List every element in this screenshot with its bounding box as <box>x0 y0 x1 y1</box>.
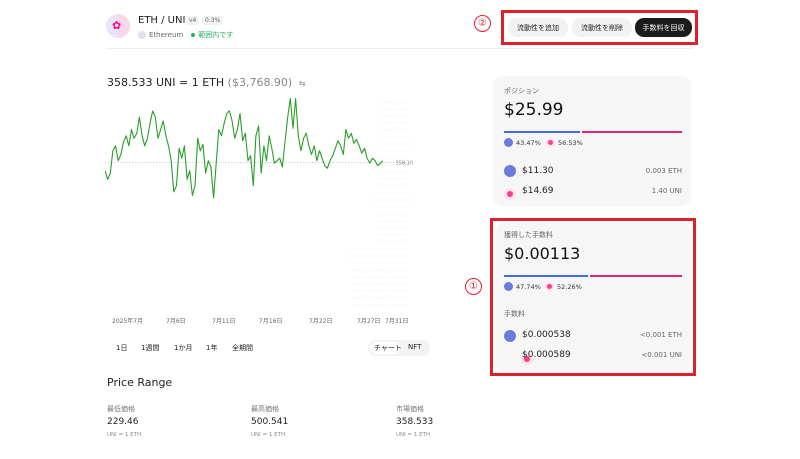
fee-eth-share: 47.74% <box>504 282 541 291</box>
fee-uni-share: 52.26% <box>545 282 582 291</box>
range-button-1d[interactable]: 1日 <box>116 343 127 353</box>
x-tick-label: 7月22日 <box>309 318 333 325</box>
status-dot-icon <box>191 33 196 37</box>
eth-amount: 0.003 ETH <box>645 167 682 175</box>
fee-tier-badge: 0.3% <box>202 16 224 25</box>
fee-eth-usd-value: $0.000538 <box>522 330 571 340</box>
header-divider <box>106 48 692 49</box>
fee-eth-amount: <0.001 ETH <box>639 331 682 339</box>
price-rate-text: 358.533 UNI = 1 ETH <box>107 76 225 89</box>
max-price-unit: UNI = 1 ETH <box>251 432 286 438</box>
uni-usd-value: $14.69 <box>522 186 554 196</box>
earned-fees-label: 獲得した手数料 <box>504 231 553 239</box>
collect-fees-button[interactable]: 手数料を回収 <box>635 18 692 37</box>
fee-eth-share-text: 47.74% <box>516 282 541 291</box>
fee-uni-share-bar <box>590 275 682 277</box>
x-tick-label: 2025年7月 <box>112 318 144 325</box>
version-badge: v4 <box>186 16 200 25</box>
market-price-label: 市場価格 <box>396 405 424 413</box>
max-price-value: 500.541 <box>251 417 289 427</box>
uni-icon <box>546 138 555 147</box>
pair-title: ETH / UNI <box>138 15 186 26</box>
x-tick-label: 7月27日 <box>357 318 381 325</box>
min-price-label: 最低価格 <box>107 405 135 413</box>
uni-amount: 1.40 UNI <box>651 187 682 195</box>
annotation-marker-2: ② <box>474 15 491 32</box>
network-row: Ethereum 範囲内です <box>138 30 233 40</box>
max-price-label: 最高価格 <box>251 405 279 413</box>
price-rate: 358.533 UNI = 1 ETH ($3,768.90) ⇆ <box>107 76 305 89</box>
annotation-marker-1: ① <box>465 278 482 295</box>
fees-section-label: 手数料 <box>504 310 525 318</box>
x-tick-label: 7月31日 <box>385 318 409 325</box>
fee-eth-share-bar <box>504 275 588 277</box>
min-price-value: 229.46 <box>107 417 139 427</box>
remove-liquidity-button[interactable]: 流動性を削除 <box>572 18 632 37</box>
liquidity-range-bars <box>350 101 410 306</box>
x-tick-label: 7月11日 <box>212 318 236 325</box>
eth-share: 43.47% <box>504 138 541 147</box>
eth-share-text: 43.47% <box>516 138 541 147</box>
market-price-unit: UNI = 1 ETH <box>396 432 431 438</box>
network-name: Ethereum <box>149 31 184 39</box>
fee-uni-amount: <0.001 UNI <box>641 351 682 359</box>
min-price-unit: UNI = 1 ETH <box>107 432 142 438</box>
range-button-1m[interactable]: 1か月 <box>174 343 192 353</box>
reference-price-label: 358.10 <box>396 161 414 167</box>
uni-icon <box>545 282 554 291</box>
ethereum-icon <box>138 31 146 39</box>
price-chart[interactable]: 358.10 <box>105 92 415 314</box>
eth-usd-value: $11.30 <box>522 166 554 176</box>
eth-icon <box>504 165 516 177</box>
uni-logo-icon: ✿ <box>112 19 122 32</box>
range-button-1y[interactable]: 1年 <box>206 343 217 353</box>
earned-fees-value: $0.00113 <box>504 244 581 263</box>
price-usd: ($3,768.90) <box>227 76 293 89</box>
uni-share-text: 56.53% <box>558 138 583 147</box>
range-button-1w[interactable]: 1週間 <box>141 343 159 353</box>
eth-icon <box>504 282 513 291</box>
add-liquidity-button[interactable]: 流動性を追加 <box>508 18 568 37</box>
range-button-all[interactable]: 全期間 <box>232 343 253 353</box>
eth-share-bar <box>504 131 580 133</box>
price-series-line <box>105 97 384 199</box>
toggle-nft[interactable]: NFT <box>408 343 421 351</box>
eth-icon <box>504 138 513 147</box>
uni-share: 56.53% <box>546 138 583 147</box>
price-range-title: Price Range <box>107 376 173 389</box>
pair-logo: ✿ <box>106 14 130 38</box>
market-price-value: 358.533 <box>396 417 434 427</box>
fee-uni-share-text: 52.26% <box>557 282 582 291</box>
fee-uni-usd-value: $0.000589 <box>522 350 571 360</box>
toggle-chart[interactable]: チャート <box>374 343 402 353</box>
uni-share-bar <box>582 131 682 133</box>
range-status: 範囲内です <box>198 31 234 39</box>
x-tick-label: 7月6日 <box>166 318 186 325</box>
position-value: $25.99 <box>504 100 564 120</box>
uni-icon <box>504 188 516 200</box>
swap-direction-icon[interactable]: ⇆ <box>299 79 306 88</box>
eth-icon <box>504 330 516 342</box>
position-label: ポジション <box>504 87 539 95</box>
x-tick-label: 7月16日 <box>259 318 283 325</box>
